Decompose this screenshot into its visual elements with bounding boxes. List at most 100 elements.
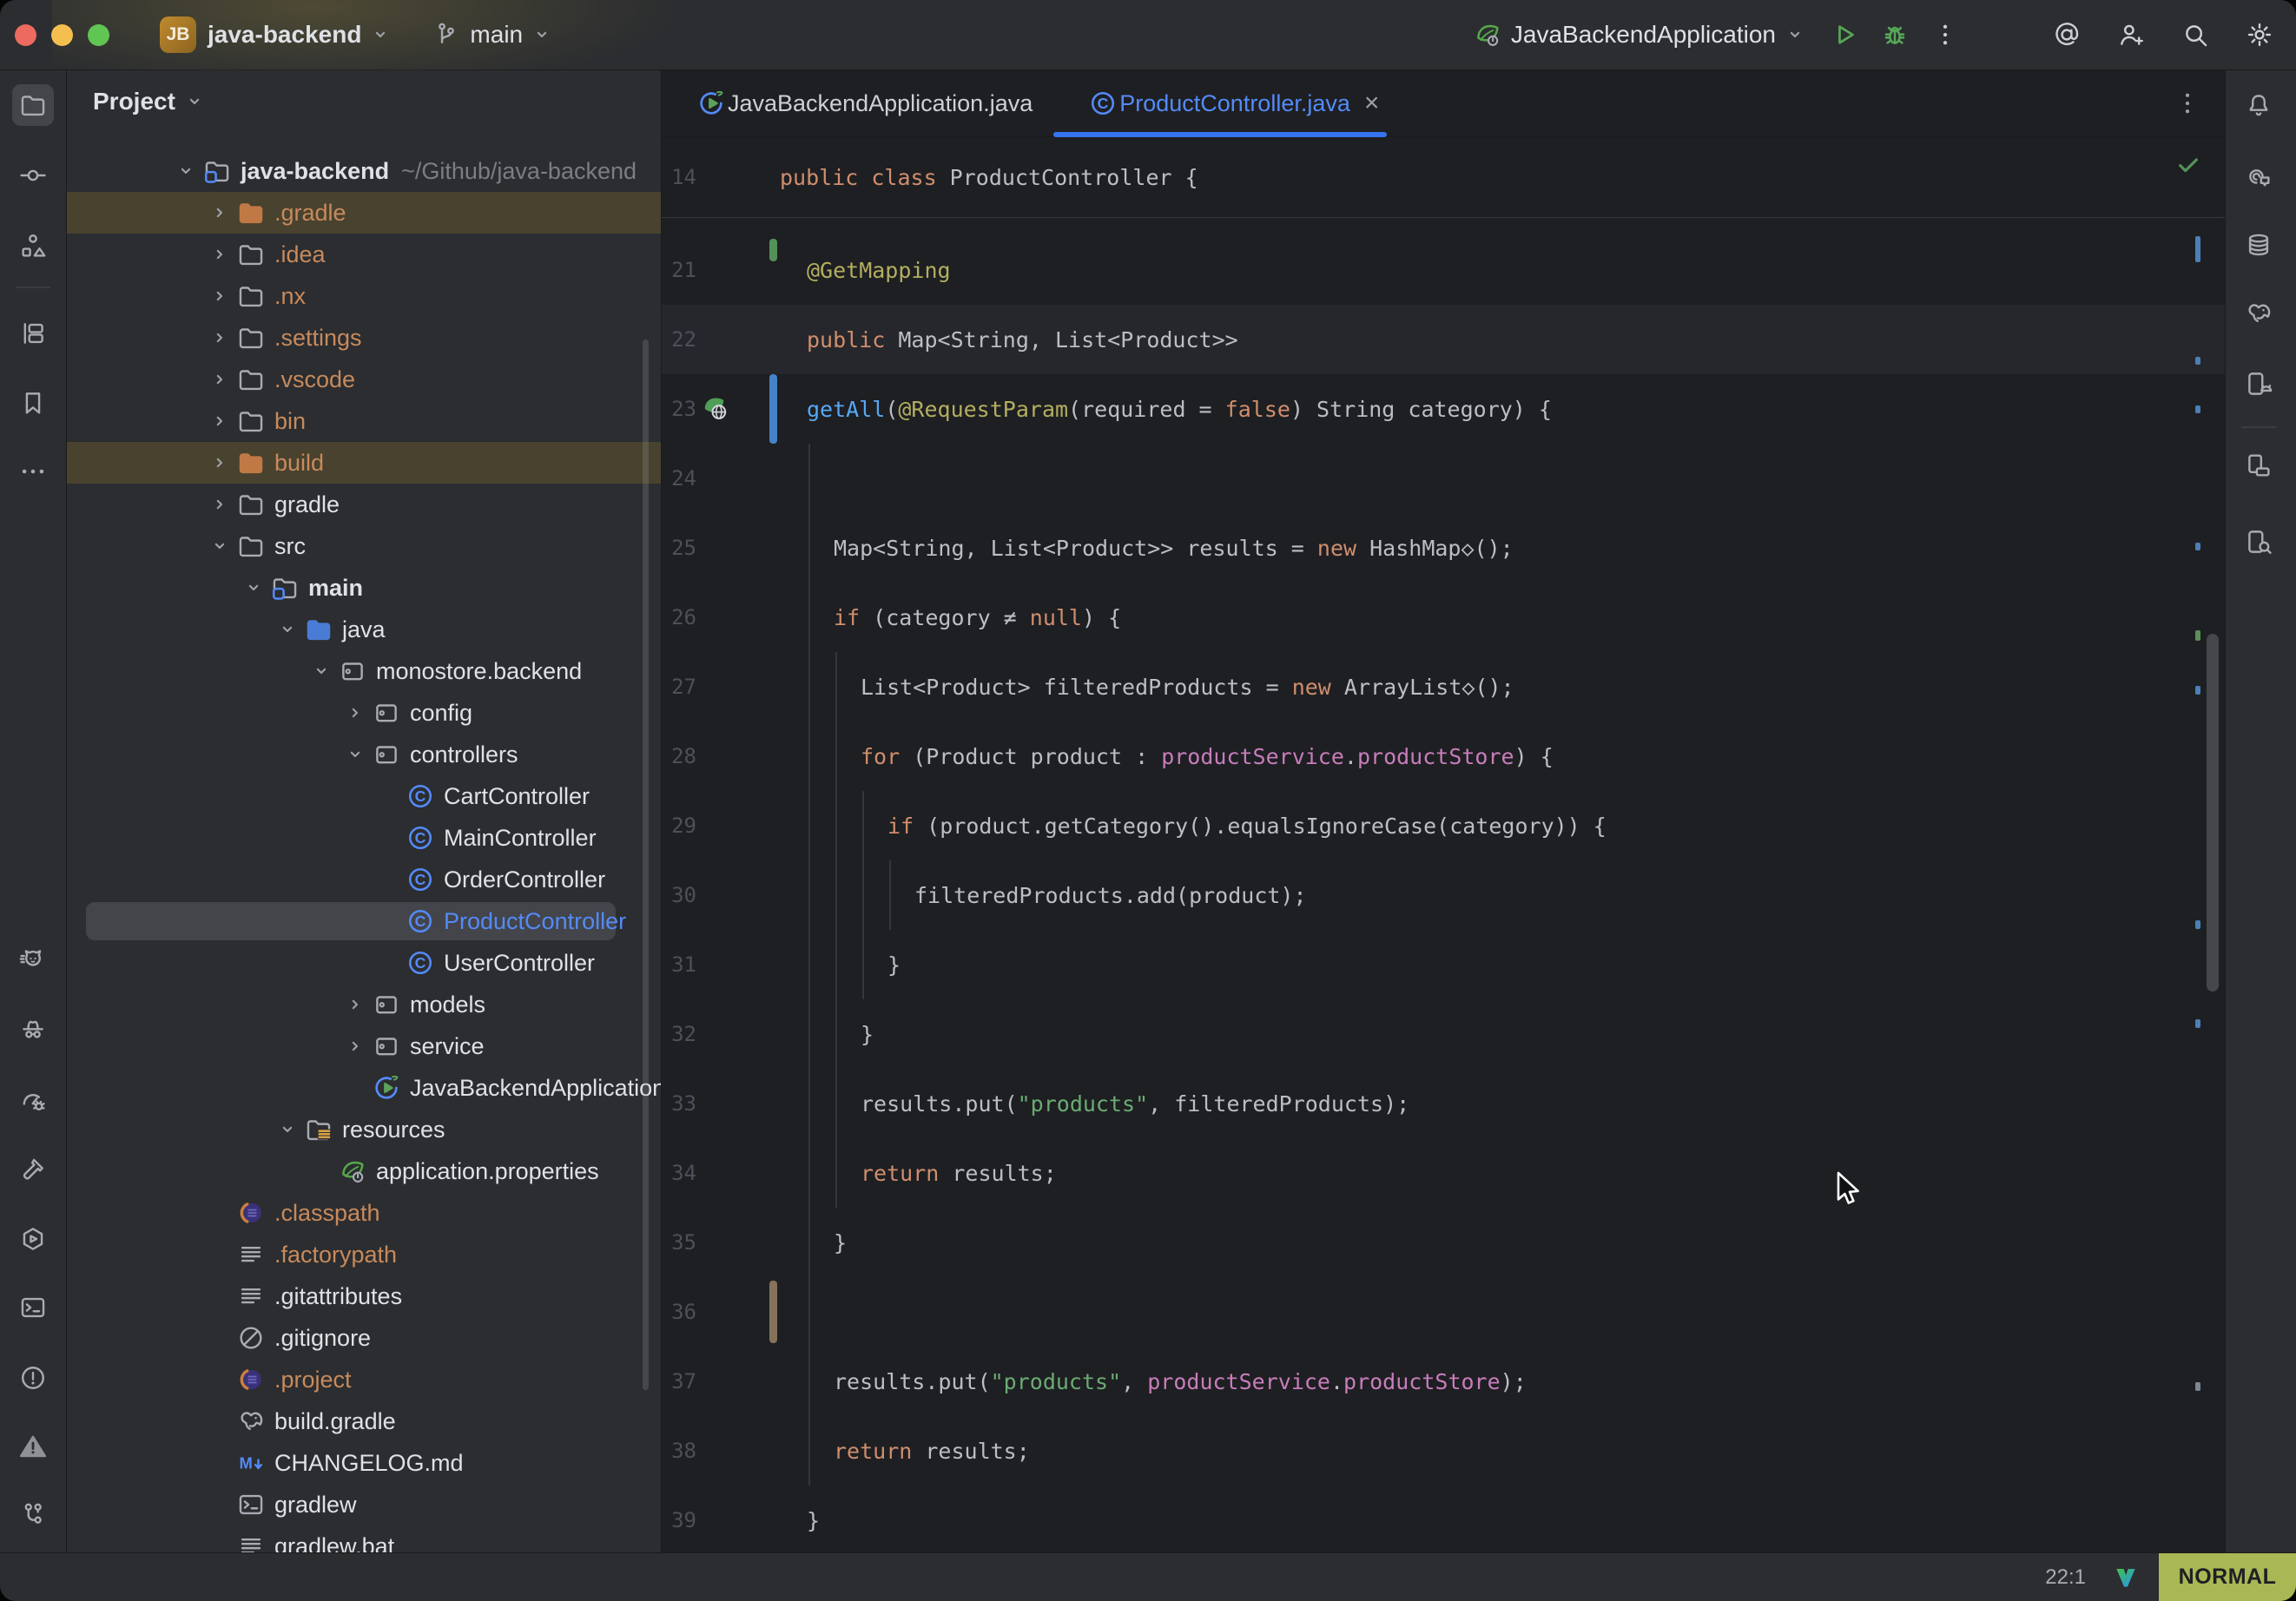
line-number[interactable]: 27 — [662, 675, 696, 699]
tree-item-application-properties[interactable]: application.properties — [67, 1150, 661, 1192]
code-line-22[interactable]: 22public Map<String, List<Product>> — [662, 305, 2225, 374]
caret-position-widget[interactable]: 22:1 — [2045, 1565, 2086, 1590]
tree-item-gradle[interactable]: .gradle — [67, 192, 661, 234]
more-tools-button[interactable] — [12, 451, 54, 492]
chevron-collapsed-icon[interactable] — [203, 285, 236, 307]
tree-item-build[interactable]: build — [67, 442, 661, 484]
line-number[interactable]: 35 — [662, 1230, 696, 1255]
code-line-31[interactable]: 31} — [662, 930, 2225, 999]
code-line-24[interactable]: 24 — [662, 444, 2225, 513]
close-window-button[interactable] — [15, 24, 36, 46]
more-actions-button[interactable] — [1926, 16, 1964, 54]
project-tool-button[interactable] — [12, 84, 54, 126]
error-stripe-mark[interactable] — [2195, 920, 2200, 929]
tree-item-usercontroller[interactable]: CUserController — [67, 942, 661, 984]
tree-item-java-backend[interactable]: java-backend~/Github/java-backend — [67, 150, 661, 192]
line-number[interactable]: 28 — [662, 744, 696, 768]
chevron-collapsed-icon[interactable] — [339, 702, 372, 724]
tree-item-vscode[interactable]: .vscode — [67, 359, 661, 400]
project-panel-header[interactable]: Project — [93, 88, 206, 115]
code-line-25[interactable]: 25Map<String, List<Product>> results = n… — [662, 513, 2225, 583]
terminal-tool-button[interactable] — [12, 1287, 54, 1328]
code-line-26[interactable]: 26if (category ≠ null) { — [662, 583, 2225, 652]
line-number[interactable]: 23 — [662, 397, 696, 421]
chevron-collapsed-icon[interactable] — [203, 243, 236, 266]
tab-options-button[interactable] — [2173, 89, 2202, 118]
line-number[interactable]: 22 — [662, 327, 696, 352]
vcs-change-marker[interactable] — [769, 1281, 777, 1343]
chevron-expanded-icon[interactable] — [169, 160, 202, 182]
code-line-35[interactable]: 35} — [662, 1208, 2225, 1277]
code-line-34[interactable]: 34return results; — [662, 1138, 2225, 1208]
vim-mode-badge[interactable]: NORMAL — [2159, 1553, 2296, 1601]
chevron-collapsed-icon[interactable] — [339, 1035, 372, 1057]
gradle-tool-button[interactable] — [2238, 293, 2280, 334]
code-line-23[interactable]: 23getAll(@RequestParam(required = false)… — [662, 374, 2225, 444]
close-tab-icon[interactable]: × — [1364, 90, 1380, 116]
tree-item-factorypath[interactable]: .factorypath — [67, 1234, 661, 1275]
chevron-expanded-icon[interactable] — [305, 660, 338, 682]
bookmarks-tool-button[interactable] — [12, 382, 54, 424]
line-number[interactable]: 25 — [662, 536, 696, 560]
tree-item-config[interactable]: config — [67, 692, 661, 734]
editor-scrollbar[interactable] — [2207, 634, 2219, 992]
code-line-28[interactable]: 28for (Product product : productService.… — [662, 721, 2225, 791]
line-number[interactable]: 31 — [662, 952, 696, 977]
warnings-tool-button[interactable] — [12, 1426, 54, 1467]
search-everywhere-button[interactable] — [2176, 16, 2214, 54]
build-tool-button[interactable] — [12, 1149, 54, 1190]
tree-item-build-gradle[interactable]: build.gradle — [67, 1400, 661, 1442]
inspections-ok-icon[interactable] — [2174, 151, 2202, 179]
line-number[interactable]: 33 — [662, 1091, 696, 1116]
ai-chat-tool-button[interactable] — [2238, 155, 2280, 196]
error-stripe-mark[interactable] — [2195, 405, 2200, 413]
minimize-window-button[interactable] — [51, 24, 73, 46]
tree-item-models[interactable]: models — [67, 984, 661, 1025]
tree-item-bin[interactable]: bin — [67, 400, 661, 442]
error-stripe-mark[interactable] — [2195, 357, 2200, 365]
project-tree-scrollbar[interactable] — [643, 339, 649, 1390]
tree-item-settings[interactable]: .settings — [67, 317, 661, 359]
vcs-change-marker[interactable] — [769, 239, 777, 261]
error-stripe-mark[interactable] — [2195, 1019, 2200, 1028]
tree-item-src[interactable]: src — [67, 525, 661, 567]
error-stripe-mark[interactable] — [2195, 630, 2200, 641]
tree-item-service[interactable]: service — [67, 1025, 661, 1067]
tree-item-gitignore[interactable]: .gitignore — [67, 1317, 661, 1359]
tree-item-gradle[interactable]: gradle — [67, 484, 661, 525]
database-tool-button[interactable] — [2238, 224, 2280, 266]
maximize-window-button[interactable] — [88, 24, 109, 46]
code-line-32[interactable]: 32} — [662, 999, 2225, 1069]
code-line-38[interactable]: 38return results; — [662, 1416, 2225, 1486]
tree-item-gitattributes[interactable]: .gitattributes — [67, 1275, 661, 1317]
chevron-collapsed-icon[interactable] — [203, 326, 236, 349]
error-stripe-mark[interactable] — [2195, 543, 2200, 550]
structure-tool-button[interactable] — [12, 225, 54, 267]
tree-item-gradlew[interactable]: gradlew — [67, 1484, 661, 1525]
code-line-36[interactable]: 36 — [662, 1277, 2225, 1347]
chevron-expanded-icon[interactable] — [203, 535, 236, 557]
line-number[interactable]: 14 — [662, 165, 696, 189]
endpoint-globe-icon[interactable] — [696, 390, 735, 428]
error-stripe-mark[interactable] — [2195, 686, 2200, 695]
tab-productcontroller-java[interactable]: CProductController.java× — [1066, 70, 1402, 136]
line-number[interactable]: 32 — [662, 1022, 696, 1046]
line-number[interactable]: 21 — [662, 258, 696, 282]
tree-item-cartcontroller[interactable]: CCartController — [67, 775, 661, 817]
tree-item-ordercontroller[interactable]: COrderController — [67, 859, 661, 900]
run-configuration-selector[interactable]: JavaBackendApplication — [1473, 20, 1806, 49]
tree-item-monostore-backend[interactable]: monostore.backend — [67, 650, 661, 692]
frames-tool-button[interactable] — [12, 313, 54, 354]
problems-tool-button[interactable] — [12, 1357, 54, 1399]
code-line-33[interactable]: 33results.put("products", filteredProduc… — [662, 1069, 2225, 1138]
running-devices-tool-button[interactable] — [2238, 445, 2280, 486]
tree-item-nx[interactable]: .nx — [67, 275, 661, 317]
tree-item-gradlew-bat[interactable]: gradlew.bat — [67, 1525, 661, 1552]
line-number[interactable]: 38 — [662, 1439, 696, 1463]
chevron-collapsed-icon[interactable] — [203, 451, 236, 474]
error-stripe-mark[interactable] — [2195, 1382, 2200, 1391]
tree-item-project[interactable]: .project — [67, 1359, 661, 1400]
line-number[interactable]: 24 — [662, 466, 696, 491]
line-number[interactable]: 39 — [662, 1508, 696, 1532]
chevron-expanded-icon[interactable] — [339, 743, 372, 766]
